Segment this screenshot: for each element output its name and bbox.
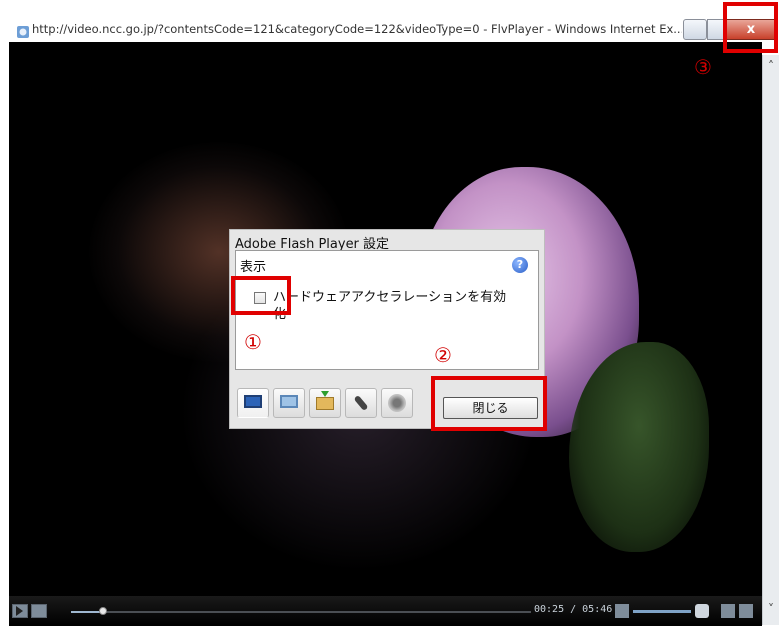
annotation-number-3: ③: [694, 55, 712, 79]
play-button[interactable]: [12, 604, 28, 618]
tab-local-storage[interactable]: [309, 388, 341, 418]
seek-handle[interactable]: [99, 607, 108, 615]
annotation-box-3: [723, 2, 778, 53]
hardware-acceleration-label[interactable]: ハードウェアアクセラレーションを有効化: [273, 289, 513, 323]
tab-camera[interactable]: [381, 388, 413, 418]
fullscreen-button[interactable]: [721, 604, 735, 618]
folder-icon: [316, 397, 334, 410]
seek-bar[interactable]: [71, 607, 531, 615]
annotation-box-2: [431, 376, 547, 431]
tab-display[interactable]: [237, 388, 269, 418]
scroll-down-arrow-icon[interactable]: ˅: [763, 602, 779, 616]
play-icon: [16, 606, 23, 616]
volume-handle[interactable]: [695, 604, 709, 618]
section-label: 表示: [240, 260, 267, 275]
page-icon: [16, 24, 30, 38]
settings-button[interactable]: [739, 604, 753, 618]
privacy-monitor-icon: [280, 395, 298, 408]
volume-slider[interactable]: [633, 610, 691, 613]
tab-privacy[interactable]: [273, 388, 305, 418]
vertical-scrollbar[interactable]: ˄ ˅: [762, 55, 779, 625]
annotation-number-1: ①: [244, 330, 262, 354]
microphone-icon: [353, 394, 369, 412]
minimize-button[interactable]: [683, 19, 707, 40]
monitor-icon: [244, 395, 262, 408]
annotation-number-2: ②: [434, 343, 452, 367]
scroll-up-arrow-icon[interactable]: ˄: [763, 59, 779, 73]
stop-button[interactable]: [31, 604, 47, 618]
browser-title-bar: http://video.ncc.go.jp/?contentsCode=121…: [0, 0, 779, 42]
player-controls: 00:25 / 05:46: [9, 596, 762, 625]
time-display: 00:25 / 05:46: [534, 604, 613, 615]
download-arrow-icon: [321, 391, 329, 397]
help-icon[interactable]: ?: [512, 257, 528, 273]
volume-icon[interactable]: [615, 604, 629, 618]
window-title: http://video.ncc.go.jp/?contentsCode=121…: [32, 22, 682, 36]
tab-microphone[interactable]: [345, 388, 377, 418]
annotation-box-1: [231, 276, 291, 315]
camera-icon: [388, 394, 406, 412]
settings-tabs: [237, 385, 432, 423]
